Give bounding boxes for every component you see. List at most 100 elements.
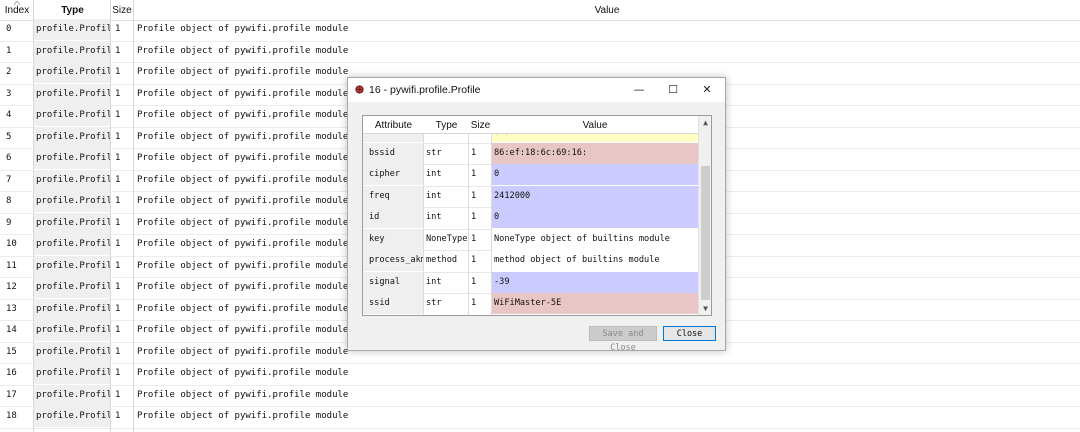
row-attribute: process_akm [363,250,423,271]
row-index: 8 [6,196,12,206]
row-size: 1 [115,88,121,99]
row-type: profile.Profile [34,363,110,384]
column-header-type[interactable]: Type [424,116,469,133]
column-header-size[interactable]: Size [469,116,492,133]
row-index: 15 [6,346,17,357]
row-type: profile.Profile [34,255,110,277]
close-button[interactable]: Close [663,326,716,341]
table-row[interactable]: 17 profile.Profile 1 Profile object of pywi… [0,384,1080,407]
row-size: 1 [115,24,121,34]
row-size: 1 [471,298,477,308]
row-size: 1 [115,260,121,271]
row-value: WiFiMaster-5E [492,293,698,314]
column-divider [33,0,34,432]
row-type: profile.Profile [34,19,110,40]
row-type: profile.Profile [34,105,110,126]
row-size: 1 [115,303,121,314]
row-index: 11 [6,260,17,271]
scrollbar-thumb[interactable] [701,166,710,300]
attribute-row[interactable]: key NoneType 1 NoneType object of builtins … [363,228,698,251]
column-divider [468,116,469,315]
row-value: Profile object of pywifi.profile module [137,45,349,56]
row-size: 1 [115,217,121,228]
row-size: 1 [115,174,121,185]
row-type: profile.Profile [34,234,110,255]
row-type: profile.Profile [34,191,110,212]
column-header-type[interactable]: Type [34,0,111,20]
row-index: 1 [6,45,12,56]
table-row[interactable]: 18 profile.Profile 1 Profile object of pywi… [0,406,1080,429]
attribute-row[interactable]: ssid str 1 WiFiMaster-5E [363,293,698,315]
object-editor-dialog: 16 - pywifi.profile.Profile — ☐ ✕ Attrib… [347,77,726,353]
maximize-button[interactable]: ☐ [658,78,688,102]
row-index: 0 [6,24,12,34]
window-close-button[interactable]: ✕ [692,78,722,102]
row-size: 1 [471,212,477,222]
row-type: profile.Profile [34,40,110,62]
row-size: 1 [471,276,477,287]
save-and-close-button[interactable]: Save and Close [589,326,657,353]
dialog-titlebar[interactable]: 16 - pywifi.profile.Profile — ☐ ✕ [348,78,725,102]
row-type: profile.Profile [34,277,110,298]
row-size: 1 [471,233,477,244]
column-divider [133,0,134,432]
spyder-icon [355,85,364,94]
row-size: 1 [115,131,121,142]
attribute-row[interactable]: signal int 1 -39 [363,271,698,294]
row-attribute: signal [363,271,423,293]
table-row[interactable]: 16 profile.Profile 1 Profile object of pywi… [0,363,1080,386]
row-size: 1 [471,147,477,158]
row-size: 1 [471,190,477,201]
scroll-up-arrow-icon[interactable]: ▲ [699,116,711,129]
dialog-title: 16 - pywifi.profile.Profile [369,84,481,96]
row-index: 2 [6,67,12,77]
row-index: 17 [6,389,17,400]
row-index: 13 [6,303,17,314]
column-header-value[interactable]: Value [134,0,1080,20]
attribute-row[interactable]: cipher int 1 0 [363,164,698,187]
row-index: 10 [6,239,17,249]
row-type: profile.Profile [34,169,110,191]
row-type: profile.Profile [34,341,110,363]
column-header-size[interactable]: Size [111,0,133,20]
row-size: 1 [115,45,121,56]
row-type: profile.Profile [34,212,110,234]
row-size: 1 [115,411,121,421]
row-attribute: cipher [363,164,423,185]
row-type: NoneType [426,233,468,244]
row-size: 1 [115,325,121,335]
row-value: 0 [492,164,698,185]
table-row[interactable]: 1 profile.Profile 1 Profile object of pywif… [0,40,1080,63]
row-value: Profile object of pywifi.profile module [137,411,349,421]
column-header-attribute[interactable]: Attribute [363,116,424,133]
column-header-value[interactable]: Value [492,116,698,133]
row-value: NoneType object of builtins module [492,228,698,250]
row-size: 1 [115,153,121,163]
row-size: 1 [115,346,121,357]
row-size: 1 [115,239,121,249]
vertical-scrollbar[interactable]: ▲ ▼ [698,116,711,315]
row-value: 86:ef:18:6c:69:16: [492,142,698,164]
row-index: 6 [6,153,12,163]
attribute-row[interactable]: freq int 1 2412000 [363,185,698,208]
row-type: int [426,212,442,222]
attribute-table-header: Attribute Type Size Value [363,116,698,134]
row-type: int [426,169,442,179]
column-header-index[interactable]: Index [0,0,34,20]
attribute-row[interactable]: bssid str 1 86:ef:18:6c:69:16: [363,142,698,165]
row-index: 16 [6,368,17,378]
row-type: profile.Profile [34,406,110,427]
row-index: 14 [6,325,17,335]
row-value: 2412000 [492,185,698,207]
table-row[interactable]: 0 profile.Profile 1 Profile object of pywif… [0,19,1080,42]
minimize-button[interactable]: — [624,78,654,102]
scroll-down-arrow-icon[interactable]: ▼ [699,302,711,315]
row-attribute: key [363,228,423,250]
row-type: int [426,190,442,201]
attribute-row[interactable]: id int 1 0 [363,207,698,230]
row-size: 1 [471,255,477,265]
column-divider [423,116,424,315]
row-type: str [426,147,442,158]
row-type: profile.Profile [34,148,110,169]
attribute-row[interactable]: process_akm method 1 method object of built… [363,250,698,273]
